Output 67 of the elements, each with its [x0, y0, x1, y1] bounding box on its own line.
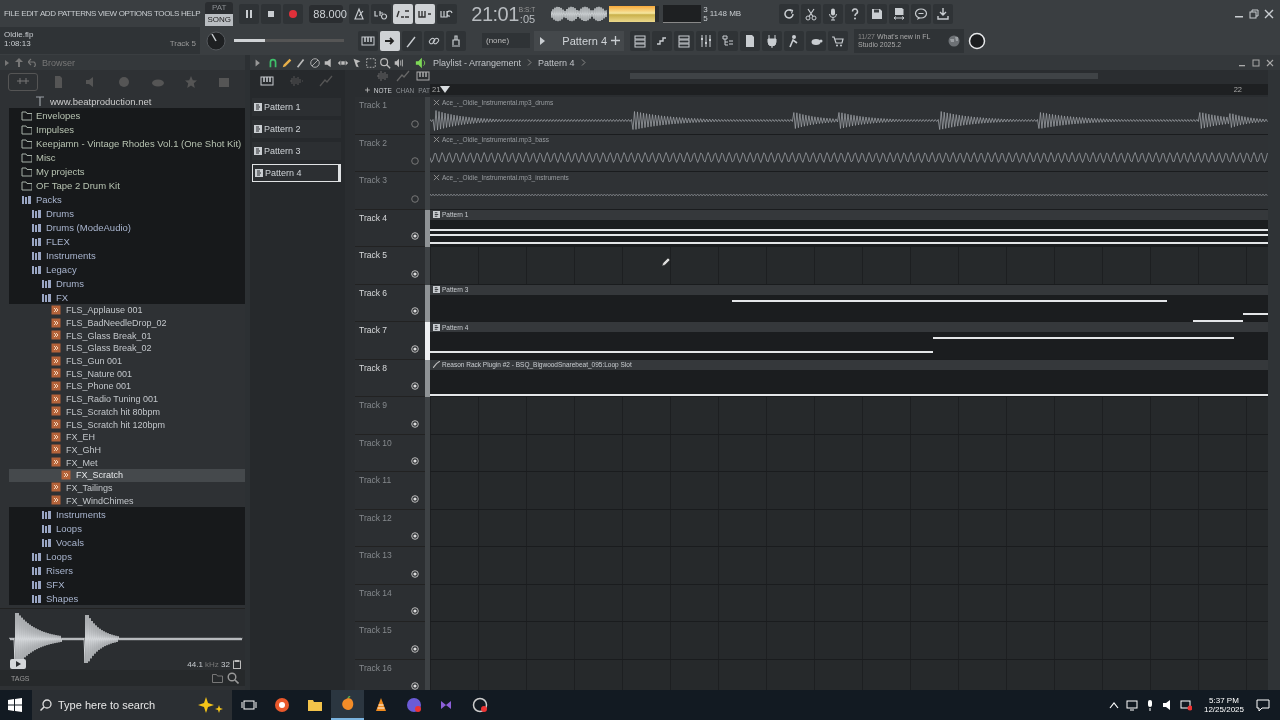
- browser-item[interactable]: FX: [9, 290, 245, 304]
- cpu-reading: 3: [703, 4, 708, 14]
- browser-item[interactable]: Envelopes: [9, 108, 245, 122]
- browser-item[interactable]: Drums: [9, 276, 245, 290]
- song-time-ticks: :05: [519, 12, 536, 25]
- clock-date: 12/25/2025: [1203, 705, 1244, 714]
- browser-item[interactable]: Legacy: [9, 262, 245, 276]
- browser-item[interactable]: Instruments: [9, 507, 245, 521]
- track-name: Track 5: [359, 250, 388, 260]
- browser-item[interactable]: Instruments: [9, 248, 245, 262]
- track-name: Track 7: [359, 325, 388, 335]
- browser-item[interactable]: My projects: [9, 164, 245, 178]
- browser-item[interactable]: Vocals: [9, 535, 245, 549]
- browser-item[interactable]: Drums: [9, 206, 245, 220]
- playlist-title: Playlist - Arrangement: [433, 57, 522, 68]
- project-file-name: Oldie.flp: [4, 30, 35, 39]
- track-name: Track 15: [359, 625, 392, 635]
- track-name: Track 6: [359, 287, 388, 298]
- memory-reading: 1148 MB: [709, 9, 742, 18]
- track-name: Track 3: [359, 175, 388, 185]
- menu-item[interactable]: OPTIONS: [118, 9, 152, 18]
- pattern-item[interactable]: Pattern 1: [252, 98, 341, 116]
- track-name: Track 14: [359, 587, 392, 598]
- pattern-item[interactable]: Pattern 4: [252, 164, 341, 182]
- playlist-pattern-name[interactable]: Pattern 4: [538, 57, 575, 68]
- menu-item[interactable]: EDIT: [21, 9, 38, 18]
- mode-switch[interactable]: PAT SONG: [205, 1, 234, 26]
- sample-info: 44.1 kHz 32: [187, 659, 230, 669]
- track-name: Track 4: [359, 212, 388, 223]
- browser-item[interactable]: OF Tape 2 Drum Kit: [9, 178, 245, 192]
- browser-item[interactable]: Drums (ModeAudio): [9, 220, 245, 234]
- browser-item[interactable]: Risers: [9, 563, 245, 577]
- browser-item[interactable]: SFX: [9, 577, 245, 591]
- hint-text: Track 5: [169, 39, 196, 48]
- track-name: Track 10: [359, 437, 392, 448]
- track-name: Track 12: [359, 512, 392, 523]
- track-name: Track 2: [359, 137, 388, 148]
- browser-title: Browser: [42, 57, 75, 68]
- browser-item[interactable]: Impulses: [9, 122, 245, 136]
- menu-item[interactable]: PATTERNS: [57, 9, 96, 18]
- browser-item[interactable]: Packs: [9, 192, 245, 206]
- polyphony-reading: 5: [703, 13, 708, 23]
- browser-item[interactable]: Shapes: [9, 591, 245, 605]
- browser-item[interactable]: www.beatproduction.net: [9, 94, 245, 108]
- pattern-item[interactable]: Pattern 3: [252, 142, 341, 160]
- browser-item[interactable]: Keepjamn - Vintage Rhodes Vol.1 (One Shot Kit): [9, 136, 245, 150]
- track-name: Track 13: [359, 550, 392, 560]
- track-name: Track 16: [359, 662, 392, 673]
- menu-item[interactable]: ADD: [39, 9, 56, 18]
- menu-item[interactable]: FILE: [4, 9, 20, 18]
- menu-item[interactable]: TOOLS: [154, 9, 179, 18]
- track-name: Track 1: [359, 100, 388, 110]
- menu-item[interactable]: HELP: [181, 9, 201, 18]
- search-field[interactable]: Type here to search: [32, 690, 232, 720]
- track-name: Track 11: [359, 475, 392, 485]
- menu-item[interactable]: VIEW: [97, 9, 117, 18]
- browser-item[interactable]: FLEX: [9, 234, 245, 248]
- browser-item[interactable]: Loops: [9, 521, 245, 535]
- browser-item[interactable]: Loops: [9, 549, 245, 563]
- clock-time: 5:37 PM: [1209, 696, 1239, 705]
- pattern-item[interactable]: Pattern 2: [252, 120, 341, 138]
- browser-item[interactable]: Misc: [9, 150, 245, 164]
- channel-dropdown[interactable]: (none): [482, 33, 530, 48]
- project-time: 1:08:13: [4, 39, 31, 48]
- track-name: Track 8: [359, 362, 388, 373]
- song-time: 21:01: [471, 2, 519, 25]
- track-name: Track 9: [359, 400, 388, 410]
